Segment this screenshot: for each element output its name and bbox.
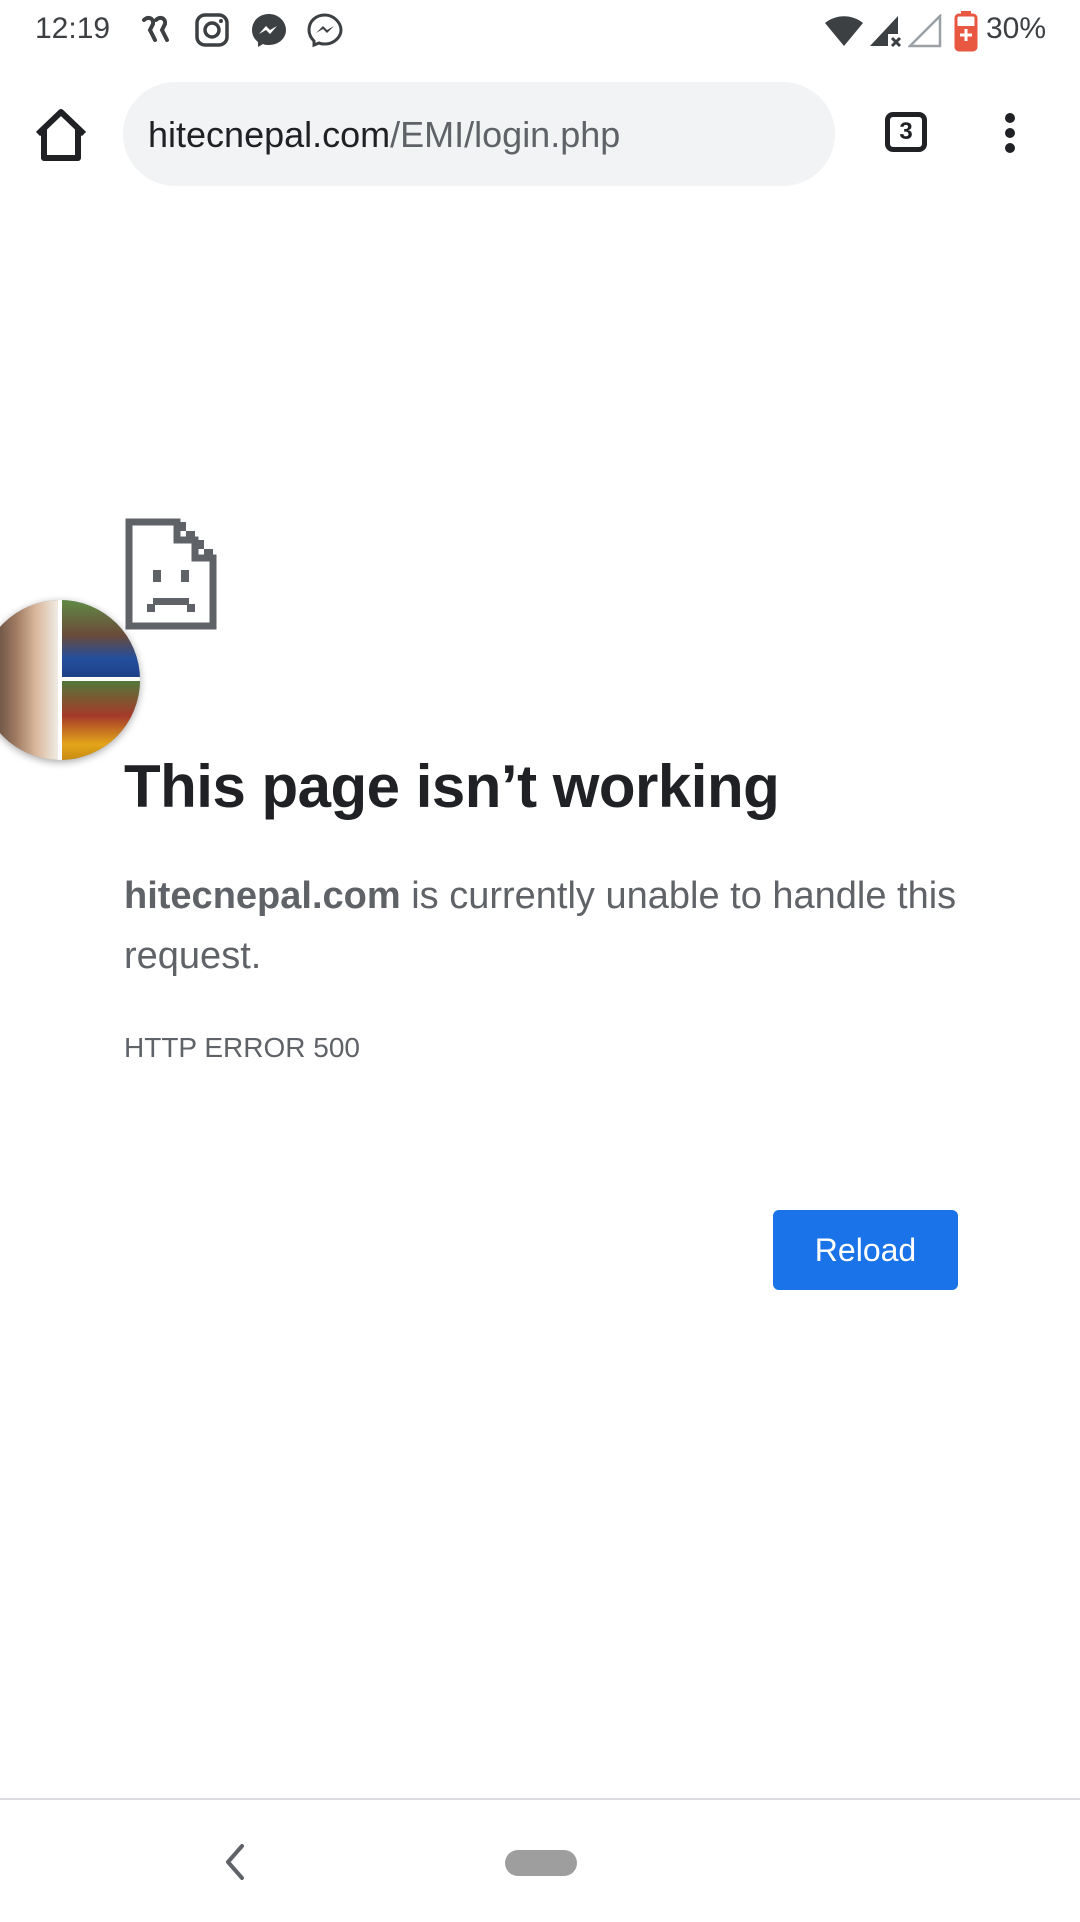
tab-count: 3 [899,118,913,145]
home-icon[interactable] [32,106,90,164]
overflow-menu-icon[interactable] [996,110,1024,158]
messenger-icon [252,14,286,47]
error-host: hitecnepal.com [124,875,401,917]
tab-switcher-button[interactable]: 3 [885,112,927,152]
system-nav-bar [0,1798,1080,1922]
url-path: /EMI/login.php [390,114,621,155]
battery-saver-icon [954,11,978,52]
error-title: This page isn’t working [124,753,780,820]
messenger-chat-head-avatar[interactable] [0,600,140,760]
url-text[interactable]: hitecnepal.com/EMI/login.php [148,114,620,156]
carrier-app-icon [142,15,169,42]
url-host: hitecnepal.com [148,114,391,155]
address-bar[interactable]: hitecnepal.com/EMI/login.php [123,82,835,186]
cell-signal-empty-icon [908,14,942,48]
wifi-icon [825,16,863,46]
error-description: hitecnepal.com is currently unable to ha… [124,866,964,986]
messenger-outline-icon [307,13,343,48]
browser-toolbar: hitecnepal.com/EMI/login.php 3 [0,62,1080,202]
battery-percent: 30% [985,12,1046,45]
status-bar: 12:19 30% [0,0,1080,62]
reload-button[interactable]: Reload [773,1210,958,1290]
instagram-icon [195,13,229,47]
home-pill-icon[interactable] [505,1850,577,1876]
status-time: 12:19 [35,12,111,45]
cell-signal-no-data-icon [870,16,902,48]
back-icon[interactable] [222,1842,246,1882]
error-code: HTTP ERROR 500 [124,1032,360,1063]
